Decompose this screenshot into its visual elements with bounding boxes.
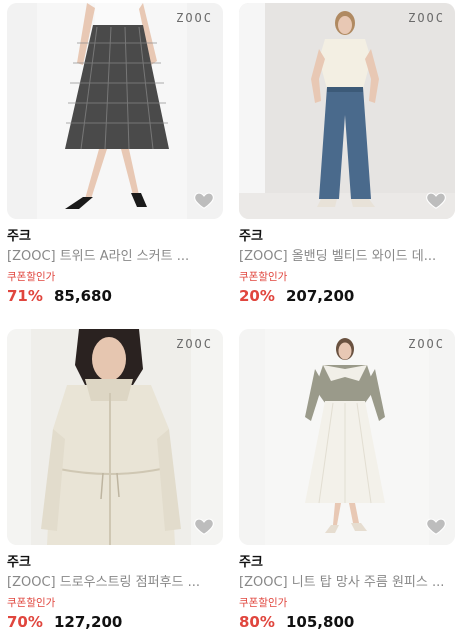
brand-watermark: ZOOC xyxy=(408,11,445,25)
coupon-price-label: 쿠폰할인가 xyxy=(239,597,288,609)
product-image[interactable]: ZOOC xyxy=(7,329,223,545)
discount-rate: 80% xyxy=(239,613,275,631)
product-card[interactable]: ZOOC 주크 [ZOOC] 올밴딩 벨티드 와이드 데... 쿠폰할인가 20… xyxy=(239,3,455,306)
coupon-price-label: 쿠폰할인가 xyxy=(7,271,56,283)
price-row: 20% 207,200 xyxy=(239,286,455,306)
brand-watermark: ZOOC xyxy=(176,337,213,351)
seller-name: 주크 xyxy=(7,555,31,570)
brand-watermark: ZOOC xyxy=(176,11,213,25)
price-row: 71% 85,680 xyxy=(7,286,223,306)
discount-rate: 71% xyxy=(7,287,43,305)
heart-icon[interactable] xyxy=(193,515,215,537)
seller-name: 주크 xyxy=(239,555,263,570)
product-grid: ZOOC 주크 [ZOOC] 트위드 A라인 스커트 ... 쿠폰할인가 71%… xyxy=(0,0,460,642)
product-title[interactable]: [ZOOC] 올밴딩 벨티드 와이드 데... xyxy=(239,248,455,266)
sale-price: 105,800 xyxy=(286,613,355,631)
product-card[interactable]: ZOOC 주크 [ZOOC] 트위드 A라인 스커트 ... 쿠폰할인가 71%… xyxy=(7,3,223,306)
discount-rate: 20% xyxy=(239,287,275,305)
product-card[interactable]: ZOOC 주크 [ZOOC] 니트 탑 망사 주름 원피스 ... 쿠폰할인가 … xyxy=(239,329,455,632)
sale-price: 127,200 xyxy=(54,613,123,631)
coupon-price-label: 쿠폰할인가 xyxy=(7,597,56,609)
heart-icon[interactable] xyxy=(425,515,447,537)
price-row: 70% 127,200 xyxy=(7,612,223,632)
product-image[interactable]: ZOOC xyxy=(239,329,455,545)
heart-icon[interactable] xyxy=(425,189,447,211)
sale-price: 207,200 xyxy=(286,287,355,305)
product-card[interactable]: ZOOC 주크 [ZOOC] 드로우스트링 점퍼후드 ... 쿠폰할인가 70%… xyxy=(7,329,223,632)
product-image[interactable]: ZOOC xyxy=(7,3,223,219)
product-title[interactable]: [ZOOC] 니트 탑 망사 주름 원피스 ... xyxy=(239,574,455,592)
coupon-price-label: 쿠폰할인가 xyxy=(239,271,288,283)
seller-name: 주크 xyxy=(7,229,31,244)
brand-watermark: ZOOC xyxy=(408,337,445,351)
discount-rate: 70% xyxy=(7,613,43,631)
sale-price: 85,680 xyxy=(54,287,112,305)
product-image[interactable]: ZOOC xyxy=(239,3,455,219)
product-title[interactable]: [ZOOC] 트위드 A라인 스커트 ... xyxy=(7,248,223,266)
price-row: 80% 105,800 xyxy=(239,612,455,632)
product-title[interactable]: [ZOOC] 드로우스트링 점퍼후드 ... xyxy=(7,574,223,592)
seller-name: 주크 xyxy=(239,229,263,244)
heart-icon[interactable] xyxy=(193,189,215,211)
